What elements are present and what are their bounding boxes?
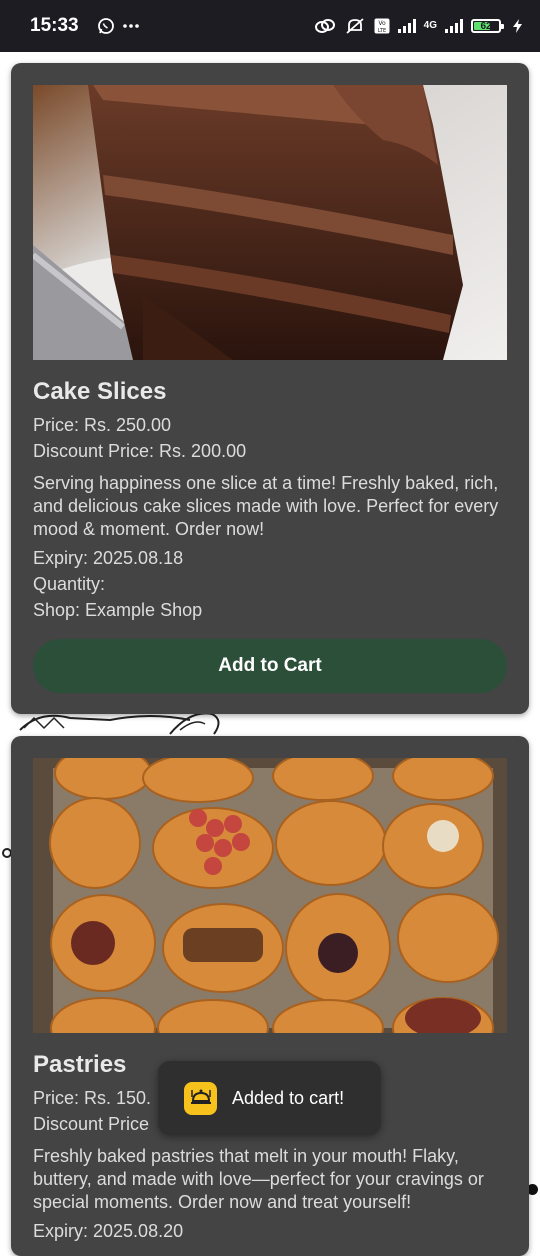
svg-text:Vo: Vo [378,20,386,27]
toast-text: Added to cart! [232,1087,345,1108]
signal-icon [397,19,416,33]
charging-icon [513,19,522,33]
signal-4g-icon: 4G [423,20,437,31]
product-name: Cake Slices [33,378,167,405]
assorted-pastries-image [33,758,507,1033]
product-expiry: Expiry: 2025.08.20 [33,1221,184,1241]
status-time: 15:33 [30,15,79,36]
status-bar: 15:33 Vo LTE 4G 62 [0,0,540,52]
product-quantity: Quantity: [33,574,106,594]
product-card-pastries: Pastries Price: Rs. 150. Discount Price … [11,736,529,1256]
added-to-cart-toast: Added to cart! [158,1061,381,1135]
product-discount-price: Discount Price: Rs. 200.00 [33,441,247,461]
chocolate-cake-slice-image [33,85,507,360]
product-card-cake-slices: Cake Slices Price: Rs. 250.00 Discount P… [11,63,529,714]
add-to-cart-button[interactable]: Add to Cart [33,639,507,693]
product-shop: Shop: Example Shop [33,600,203,620]
product-expiry: Expiry: 2025.08.18 [33,548,184,568]
product-description: Serving happiness one slice at a time! F… [33,473,499,539]
battery-icon: 62 [471,19,504,33]
link-icon [314,18,336,34]
whatsapp-icon [97,17,115,35]
dish-icon [184,1081,217,1115]
product-description: Freshly baked pastries that melt in your… [33,1146,484,1212]
volte-icon: Vo LTE [374,18,390,34]
signal-4g-bars [445,19,463,33]
mute-icon [344,17,366,35]
product-price: Price: Rs. 250.00 [33,415,172,435]
more-dots-icon [122,23,139,29]
svg-text:LTE: LTE [378,28,386,34]
